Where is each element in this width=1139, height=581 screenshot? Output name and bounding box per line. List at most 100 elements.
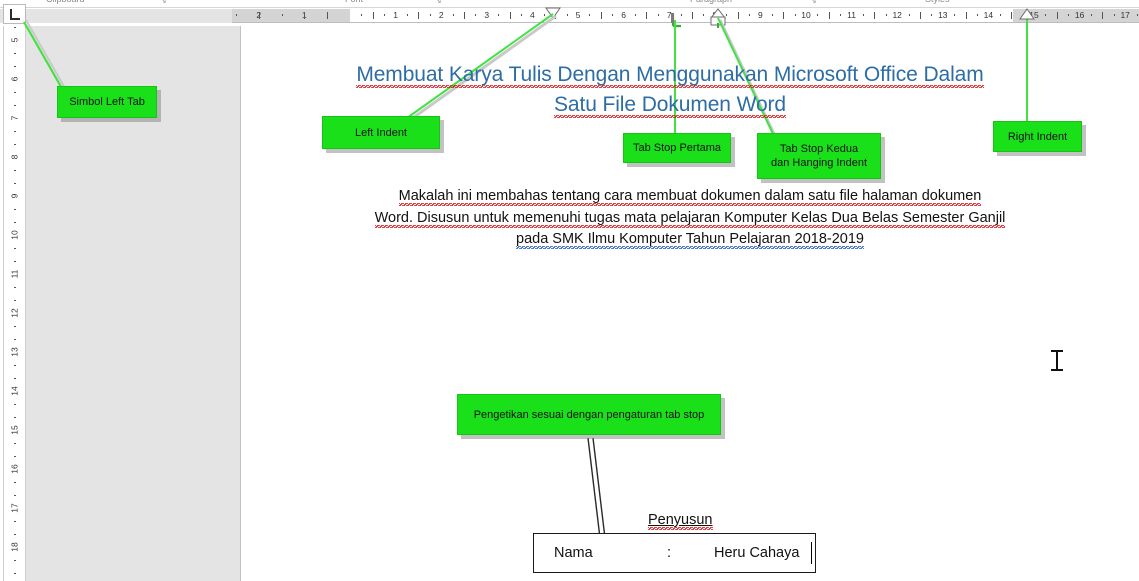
vertical-ruler-tick-label: 15 [9,425,20,435]
ruler-tick-mark [977,14,978,16]
vertical-ruler-tick-label: 9 [9,193,20,199]
callout-pengetikan-label: Pengetikan sesuai dengan pengaturan tab … [473,408,705,421]
vertical-ruler-tick-mark [14,248,16,250]
ribbon-group-paragraph: Paragraph [690,0,732,4]
ruler-tick-mark [931,14,933,16]
vertical-ruler-tick-mark [14,339,16,341]
ruler-tick-mark [236,14,237,16]
vertical-ruler-tick-mark [14,170,16,172]
penyusun-heading-text: Penyusun [648,512,713,530]
penyusun-heading[interactable]: Penyusun [648,512,713,530]
ruler-tick-label: 11 [847,10,857,20]
ruler-left-gutter [0,9,232,23]
vertical-ruler-tick-mark [14,417,16,419]
callout-right-indent[interactable]: Right Indent [993,121,1082,152]
ruler-tick-mark [429,14,431,16]
ruler-tick-mark [828,12,830,19]
mouse-cursor-ibeam [1051,350,1063,372]
vertical-ruler-tick-label: 14 [9,386,20,396]
ruler-tick-label: 4 [530,10,535,20]
document-title-line2-text: Satu File Dokumen Word [553,93,786,118]
vertical-ruler-tick-mark [14,131,16,133]
document-body-line1: Makalah ini membahas tentang cara membua… [340,186,1040,208]
callout-simbol-left-tab[interactable]: Simbol Left Tab [57,86,157,118]
vertical-ruler-tick-label: 8 [9,154,20,160]
callout-tab-stop-pertama[interactable]: Tab Stop Pertama [623,133,731,163]
ruler-tick-label: 16 [1074,10,1085,20]
ruler-tick-mark [1102,12,1104,19]
callout-simbol-left-tab-label: Simbol Left Tab [69,96,145,108]
ruler-tick-mark [498,14,500,16]
ruler-tick-mark [589,14,591,16]
horizontal-ruler-ticks: 211234567891011121314151617 [232,9,1139,23]
horizontal-ruler[interactable]: 211234567891011121314151617 [232,9,1139,23]
ruler-tick-label: 3 [484,10,490,20]
vertical-ruler-tick-mark [14,559,16,561]
callout-tab-stop-kedua[interactable]: Tab Stop Kedua dan Hanging Indent [757,133,881,179]
ribbon-group-clipboard: Clipboard [46,0,85,4]
vertical-ruler-tick-mark [14,209,16,211]
vertical-ruler-tick-mark [14,300,16,302]
ruler-tick-mark [692,12,693,19]
document-body-line2-text: Word. Disusun untuk memenuhi tugas mata … [374,209,1006,228]
vertical-ruler-tick-label: 10 [9,230,20,240]
callout-pengetikan[interactable]: Pengetikan sesuai dengan pengaturan tab … [457,394,721,435]
ruler-tick-mark [999,14,1001,16]
callout-right-indent-label: Right Indent [1007,130,1068,143]
ruler-tick-mark [703,14,705,16]
vertical-ruler-tick-mark [14,53,16,55]
name-value: Heru Cahaya [714,545,800,561]
ruler-tick-mark [885,14,887,16]
ruler-tick-mark [1011,12,1013,19]
ruler-tick-mark [555,12,557,19]
callout-left-indent[interactable]: Left Indent [322,116,440,149]
vertical-ruler-tick-mark [14,534,16,536]
ruler-tick-mark [509,12,511,19]
vertical-ruler-tick-label: 13 [9,347,20,357]
vertical-ruler-tick-label: 7 [9,115,20,121]
ruler-tick-mark [1022,14,1024,16]
vertical-ruler-tick-label: 12 [9,308,20,318]
ruler-tick-mark [635,14,636,16]
document-body-paragraph[interactable]: Makalah ini membahas tentang cara membua… [340,186,1040,251]
ruler-tick-label: 14 [983,10,994,20]
ruler-tick-mark [646,12,648,19]
vertical-ruler-tick-label: 17 [9,503,20,513]
ruler-tick-mark [258,12,260,19]
clipboard-dialog-launcher-icon[interactable]: ↘ [160,0,167,5]
ruler-tick-mark [874,12,876,19]
name-label: Nama [554,545,593,561]
vertical-ruler-tick-mark [14,378,16,380]
ruler-tick-mark [327,12,329,19]
callout-tab-stop-kedua-label-line1: Tab Stop Kedua [779,143,859,155]
ruler-tick-mark [384,14,386,16]
ruler-tick-mark [418,12,420,19]
ruler-tick-label: 17 [1120,10,1130,20]
document-title-line1-text: Membuat Karya Tulis Dengan Menggunakan M… [356,63,984,88]
ribbon-group-font: Font [345,0,363,4]
document-body-line1-text: Makalah ini membahas tentang cara membua… [398,188,982,206]
paragraph-dialog-launcher-icon[interactable]: ↘ [810,0,817,5]
tab-selector-button[interactable] [3,4,26,24]
vertical-ruler-tick-mark [14,326,16,328]
ruler-tick-mark [281,14,283,16]
ruler-tick-mark [657,14,659,16]
vertical-ruler-tick-mark [14,287,16,289]
ruler-tick-label: 8 [712,10,718,20]
vertical-ruler-tick-mark [14,365,16,367]
ruler-tick-mark [863,14,864,16]
vertical-ruler-tick-label: 16 [9,464,20,474]
ruler-tick-mark [1091,14,1092,16]
font-dialog-launcher-icon[interactable]: ↘ [435,0,442,5]
ruler-tick-mark [1113,14,1115,16]
document-title[interactable]: Membuat Karya Tulis Dengan Menggunakan M… [300,60,1040,120]
vertical-ruler-tick-mark [14,66,16,68]
callout-left-indent-label: Left Indent [355,126,407,139]
vertical-ruler-tick-mark [14,456,16,458]
ruler-tick-mark [794,14,796,16]
name-table-box[interactable]: Nama : Heru Cahaya [533,533,816,573]
ruler-tick-label: 9 [758,10,763,20]
ruler-tick-label: 7 [666,10,672,20]
vertical-ruler[interactable]: 5 6 7 8 9 10 11 12 13 14 15 16 17 18 [3,26,26,581]
ruler-tick-mark [407,14,408,16]
